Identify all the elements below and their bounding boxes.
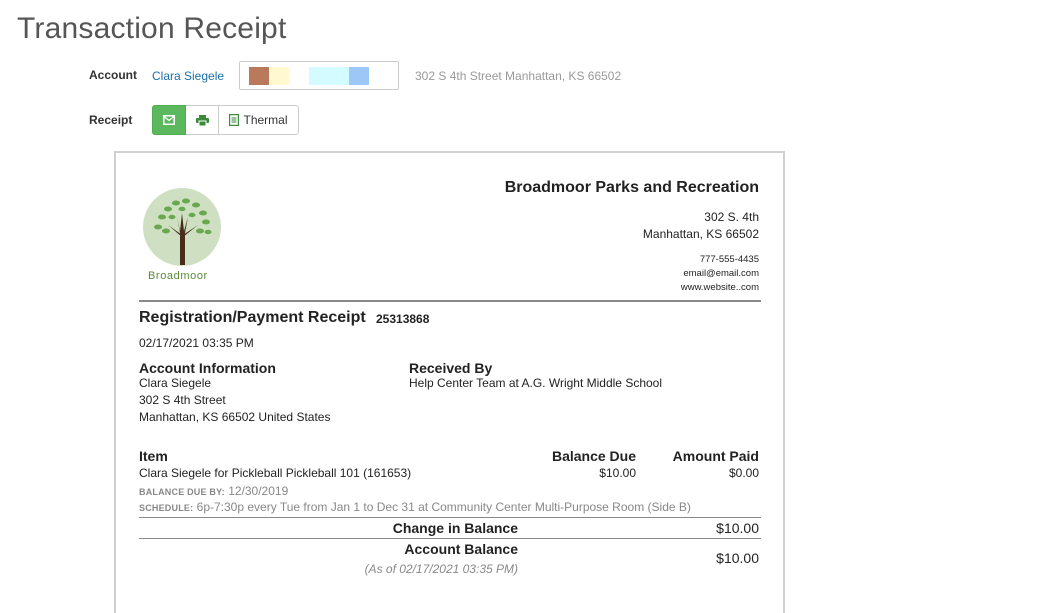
page-title: Transaction Receipt [17, 12, 287, 45]
balance-due-by-label: BALANCE DUE BY: [139, 487, 225, 497]
organization-logo: Broadmoor [140, 187, 226, 287]
color-swatch [349, 67, 369, 85]
envelope-icon [163, 115, 175, 125]
items-divider [139, 517, 761, 518]
account-info-city: Manhattan, KS 66502 United States [139, 410, 331, 424]
item-description: Clara Siegele for Pickleball Pickleball … [139, 466, 412, 480]
schedule-value: 6p-7:30p every Tue from Jan 1 to Dec 31 … [196, 500, 691, 514]
account-address: 302 S 4th Street Manhattan, KS 66502 [415, 69, 622, 83]
item-amount-paid: $0.00 [728, 466, 759, 480]
balance-due-by-value: 12/30/2019 [228, 484, 289, 498]
received-by-value: Help Center Team at A.G. Wright Middle S… [409, 376, 663, 390]
balance-divider [139, 538, 761, 539]
account-info-name: Clara Siegele [139, 376, 212, 390]
account-color-swatches[interactable] [239, 61, 399, 90]
account-label: Account [89, 68, 137, 82]
change-in-balance-label: Change in Balance [392, 520, 518, 536]
organization-email: email@email.com [683, 268, 759, 279]
balance-due-column-header: Balance Due [551, 448, 636, 464]
color-swatch [249, 67, 269, 85]
change-in-balance-value: $10.00 [716, 520, 759, 536]
account-info-street: 302 S 4th Street [139, 393, 226, 407]
receipt-date: 02/17/2021 03:35 PM [139, 336, 254, 350]
document-icon [229, 114, 240, 126]
color-swatch [269, 67, 289, 85]
receipt-number: 25313868 [376, 312, 430, 326]
organization-address-line2: Manhattan, KS 66502 [642, 227, 759, 241]
printer-icon [195, 114, 209, 126]
color-swatch [309, 67, 349, 85]
amount-paid-column-header: Amount Paid [672, 448, 759, 464]
receipt-label: Receipt [89, 113, 133, 127]
organization-name: Broadmoor Parks and Recreation [504, 179, 759, 196]
account-balance-value: $10.00 [716, 550, 759, 566]
email-receipt-button[interactable] [152, 105, 186, 135]
item-balance-due: $10.00 [599, 466, 636, 480]
organization-phone: 777-555-4435 [699, 254, 759, 265]
receipt-preview: Broadmoor Broadmoor Parks and Recreation… [114, 151, 785, 613]
logo-text: Broadmoor [148, 270, 208, 282]
organization-address-line1: 302 S. 4th [704, 210, 759, 224]
thermal-receipt-button[interactable]: Thermal [219, 105, 299, 135]
schedule-line: SCHEDULE: 6p-7:30p every Tue from Jan 1 … [139, 500, 691, 514]
schedule-label: SCHEDULE: [139, 503, 194, 513]
account-info-heading: Account Information [139, 360, 276, 376]
thermal-button-label: Thermal [243, 113, 288, 127]
print-receipt-button[interactable] [186, 105, 219, 135]
receipt-title: Registration/Payment Receipt [139, 309, 366, 326]
account-name-link[interactable]: Clara Siegele [152, 69, 224, 83]
balance-due-by-line: BALANCE DUE BY: 12/30/2019 [139, 484, 288, 498]
received-by-heading: Received By [409, 360, 493, 376]
header-divider [139, 300, 761, 302]
account-balance-label: Account Balance [404, 541, 518, 557]
organization-website: www.website..com [680, 282, 759, 293]
account-balance-as-of: (As of 02/17/2021 03:35 PM) [364, 562, 518, 576]
item-column-header: Item [139, 448, 168, 464]
receipt-button-group: Thermal [152, 105, 299, 135]
